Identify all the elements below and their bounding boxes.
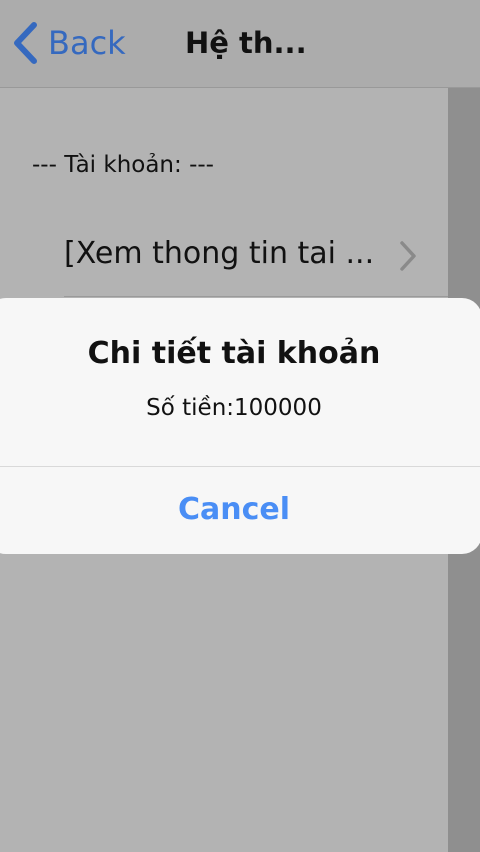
alert-message: Số tiền:100000 (146, 395, 322, 421)
alert-dialog: Chi tiết tài khoản Số tiền:100000 Cancel (0, 298, 480, 554)
back-button-label: Back (48, 24, 126, 62)
alert-title: Chi tiết tài khoản (87, 336, 381, 371)
back-button[interactable]: Back (12, 20, 126, 66)
screen: Back Hệ th... --- Tài khoản: --- [Xem th… (0, 0, 480, 852)
list-item-label: [Xem thong tin tai ... (64, 236, 375, 271)
navigation-bar: Back Hệ th... (0, 0, 480, 88)
list-item-account-info[interactable]: [Xem thong tin tai ... (64, 224, 448, 297)
chevron-left-icon (12, 22, 38, 64)
chevron-right-icon (398, 240, 418, 276)
page-title: Hệ th... (185, 26, 307, 60)
cancel-button[interactable]: Cancel (0, 467, 480, 554)
section-header: --- Tài khoản: --- (32, 152, 214, 178)
